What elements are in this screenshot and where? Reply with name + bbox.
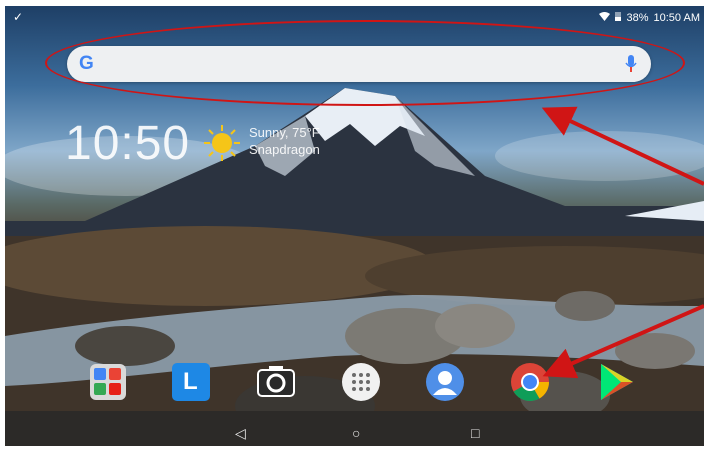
arrow-to-chrome bbox=[542, 304, 704, 379]
arrow-to-search bbox=[541, 106, 704, 186]
annotation-arrows bbox=[541, 106, 704, 379]
home-screen: ✓ 38% 10:50 AM 10:50 Sunny, 75°F Snapdra… bbox=[5, 6, 704, 446]
